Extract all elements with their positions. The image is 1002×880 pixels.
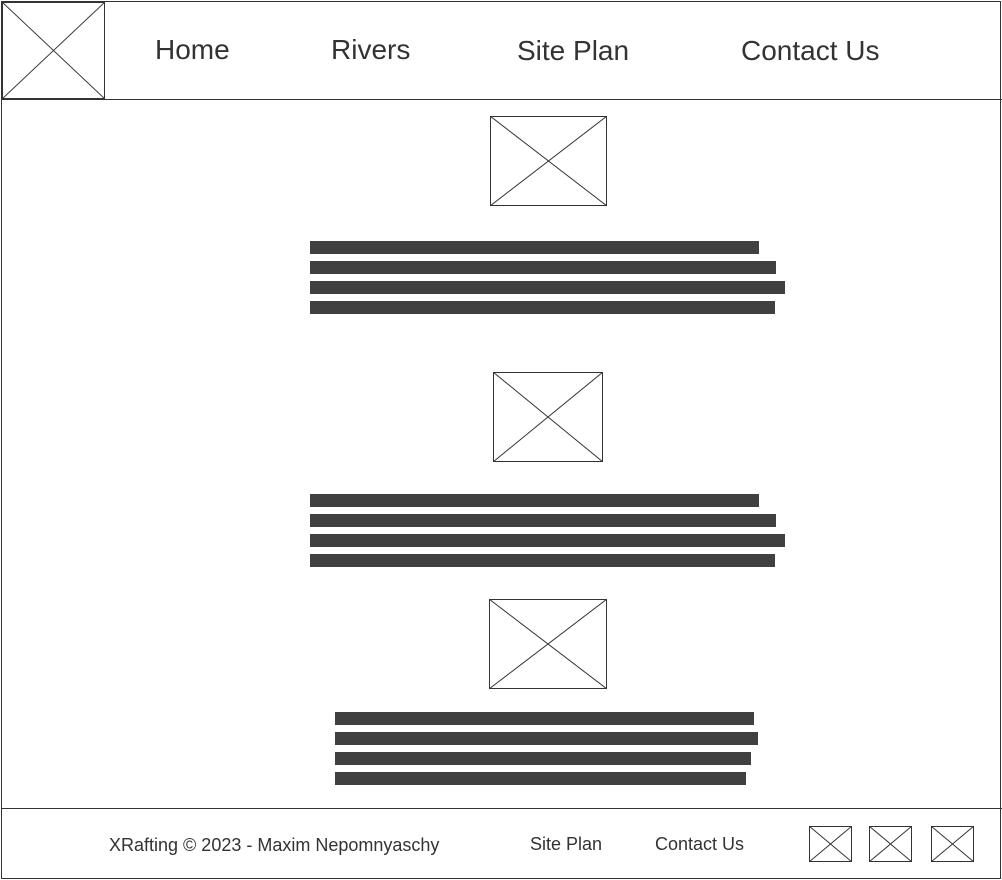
section-2-text-line (310, 534, 785, 547)
section-1-text-line (310, 281, 785, 294)
section-1-image-placeholder-icon (490, 116, 607, 206)
nav-rivers-link[interactable]: Rivers (331, 36, 410, 64)
footer-site-plan-link[interactable]: Site Plan (530, 835, 602, 853)
section-1-text-line (310, 301, 775, 314)
section-3-text-line (335, 732, 758, 745)
footer-contact-us-link[interactable]: Contact Us (655, 835, 744, 853)
nav-home-link[interactable]: Home (155, 36, 230, 64)
logo-placeholder-icon[interactable] (2, 2, 105, 99)
section-3-text-line (335, 752, 751, 765)
section-1-text-line (310, 261, 776, 274)
section-3-text-line (335, 712, 754, 725)
footer-divider (1, 808, 1002, 809)
footer-copyright: XRafting © 2023 - Maxim Nepomnyaschy (109, 835, 440, 855)
section-2-text-line (310, 494, 759, 507)
section-2-text-line (310, 554, 775, 567)
section-3-image-placeholder-icon (489, 599, 607, 689)
footer-social-3-icon[interactable] (931, 826, 974, 862)
section-2-text-line (310, 514, 776, 527)
header-divider (1, 99, 1002, 100)
section-2-image-placeholder-icon (493, 372, 603, 462)
nav-site-plan-link[interactable]: Site Plan (517, 37, 629, 65)
nav-contact-us-link[interactable]: Contact Us (741, 37, 880, 65)
section-3-text-line (335, 772, 746, 785)
footer-social-2-icon[interactable] (869, 826, 912, 862)
section-1-text-line (310, 241, 759, 254)
footer-social-1-icon[interactable] (809, 826, 852, 862)
